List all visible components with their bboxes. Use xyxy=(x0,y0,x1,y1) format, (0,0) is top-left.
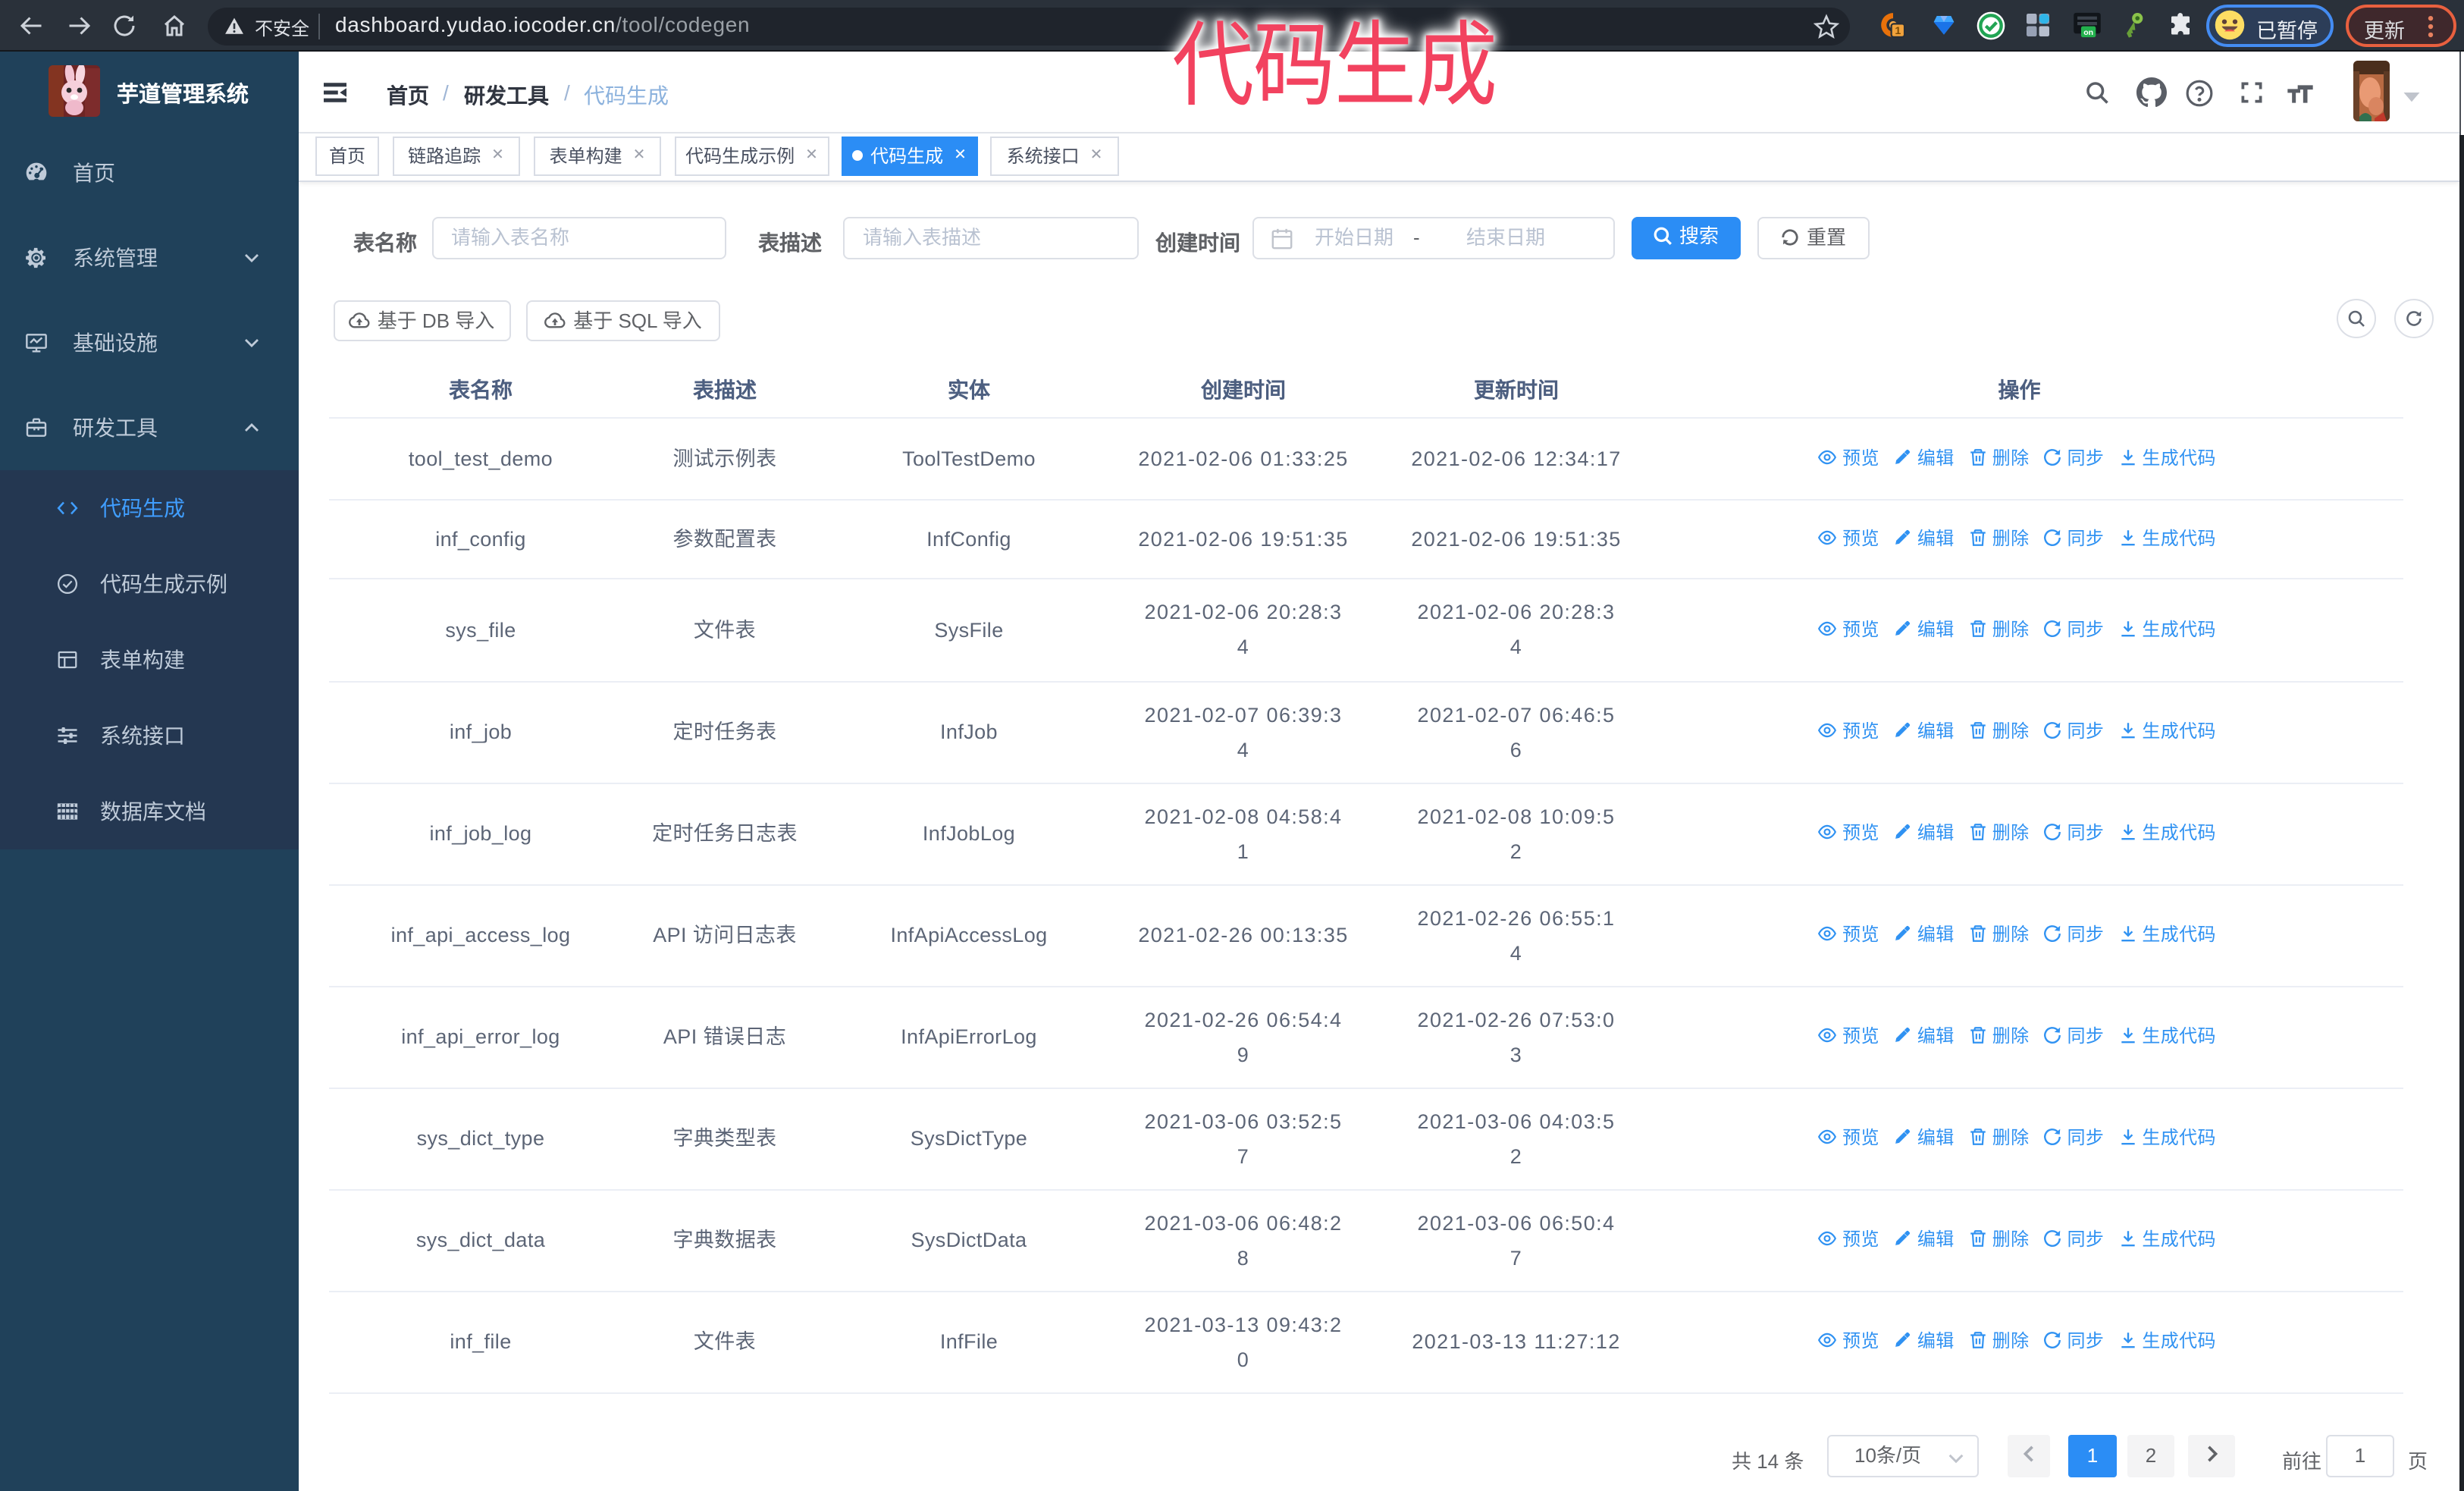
svg-text:on: on xyxy=(2083,28,2093,37)
svg-text:1: 1 xyxy=(1895,25,1901,37)
